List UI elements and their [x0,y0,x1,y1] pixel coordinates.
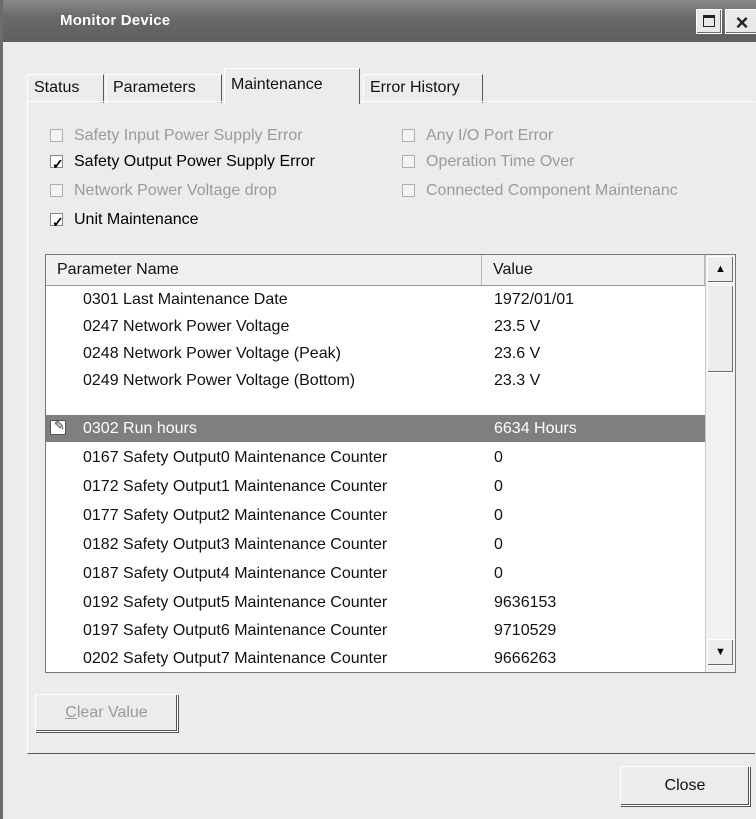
tab-parameters[interactable]: Parameters [106,74,222,103]
scroll-up-button[interactable]: ▲ [707,256,734,283]
param-name: 0248 Network Power Voltage (Peak) [83,345,341,362]
checkbox-label: Safety Output Power Supply Error [74,153,315,170]
checkbox-label: Connected Component Maintenanc [426,182,678,199]
param-value: 0 [494,449,503,466]
clear-value-hotkey: C [65,704,77,721]
clear-value-label: lear Value [76,704,148,721]
table-row[interactable]: 0177 Safety Output2 Maintenance Counter … [46,502,705,529]
param-name: 0182 Safety Output3 Maintenance Counter [83,536,388,553]
param-value: 0 [494,478,503,495]
checkbox-label: Operation Time Over [426,153,575,170]
table-row[interactable]: 0248 Network Power Voltage (Peak) 23.6 V [46,340,705,367]
param-value: 0 [494,565,503,582]
table-row[interactable]: 0249 Network Power Voltage (Bottom) 23.3… [46,367,705,394]
param-value: 9636153 [494,594,557,611]
param-name: 0167 Safety Output0 Maintenance Counter [83,449,388,466]
param-value: 6634 Hours [494,420,577,437]
table-row[interactable]: 0187 Safety Output4 Maintenance Counter … [46,560,705,587]
list-header: Parameter Name Value [46,255,705,286]
tab-status[interactable]: Status [27,74,104,103]
table-row[interactable]: 0197 Safety Output6 Maintenance Counter … [46,617,705,644]
checkbox-box[interactable] [50,129,63,142]
table-row[interactable]: 0202 Safety Output7 Maintenance Counter … [46,645,705,672]
title-bar[interactable]: Monitor Device × [3,0,756,42]
maximize-icon [703,15,715,27]
close-icon: × [735,10,749,35]
param-name: 0202 Safety Output7 Maintenance Counter [83,650,388,667]
window-title: Monitor Device [60,12,171,29]
param-name: 0177 Safety Output2 Maintenance Counter [83,507,388,524]
param-value: 23.3 V [494,372,541,389]
param-name: 0172 Safety Output1 Maintenance Counter [83,478,388,495]
scroll-down-icon: ▼ [715,646,726,658]
param-name: 0197 Safety Output6 Maintenance Counter [83,622,388,639]
table-row[interactable]: 0301 Last Maintenance Date 1972/01/01 [46,286,705,313]
table-row[interactable]: 0182 Safety Output3 Maintenance Counter … [46,531,705,558]
column-header-value[interactable]: Value [482,255,705,285]
param-name: 0247 Network Power Voltage [83,318,290,335]
checkbox-box[interactable] [402,184,415,197]
column-header-parameter-name[interactable]: Parameter Name [46,255,482,285]
table-row[interactable]: 0192 Safety Output5 Maintenance Counter … [46,589,705,616]
param-value: 23.5 V [494,318,541,335]
param-name: 0192 Safety Output5 Maintenance Counter [83,594,388,611]
maximize-button[interactable] [696,9,722,34]
scroll-down-button[interactable]: ▼ [707,639,734,666]
checkbox-box[interactable]: ✓ [50,155,64,172]
param-value: 23.6 V [494,345,541,362]
close-window-button[interactable]: × [725,9,756,35]
scroll-thumb[interactable] [707,285,734,373]
checkbox-box[interactable] [402,129,415,142]
pencil-icon[interactable]: ✎ [50,418,66,435]
checkmark-icon: ✓ [52,214,64,230]
scroll-up-icon: ▲ [715,263,726,275]
tab-error-history[interactable]: Error History [363,74,483,103]
checkmark-icon: ✓ [52,156,64,172]
clear-value-button[interactable]: Clear Value [35,694,178,732]
table-row[interactable]: 0172 Safety Output1 Maintenance Counter … [46,473,705,500]
table-row[interactable]: 0247 Network Power Voltage 23.5 V [46,313,705,340]
param-value: 9710529 [494,622,557,639]
monitor-device-window: Monitor Device × Status Parameters Maint… [0,0,756,819]
table-row[interactable]: 0167 Safety Output0 Maintenance Counter … [46,444,705,471]
param-value: 1972/01/01 [494,291,575,308]
close-button[interactable]: Close [620,766,750,806]
vertical-scrollbar[interactable]: ▲ ▼ [705,255,735,672]
table-row-selected[interactable]: ✎ 0302 Run hours 6634 Hours [46,415,705,442]
checkbox-box[interactable] [50,184,63,197]
param-name: 0301 Last Maintenance Date [83,291,288,308]
param-name: 0187 Safety Output4 Maintenance Counter [83,565,388,582]
param-value: 0 [494,507,503,524]
tab-maintenance[interactable]: Maintenance [224,68,360,104]
checkbox-label: Any I/O Port Error [426,127,554,144]
param-value: 0 [494,536,503,553]
checkbox-box[interactable]: ✓ [50,213,64,230]
checkbox-label: Unit Maintenance [74,211,199,228]
param-value: 9666263 [494,650,557,667]
param-name: 0302 Run hours [83,420,197,437]
checkbox-label: Network Power Voltage drop [74,182,277,199]
param-name: 0249 Network Power Voltage (Bottom) [83,372,356,389]
parameter-list[interactable]: Parameter Name Value 0301 Last Maintenan… [45,254,736,673]
checkbox-label: Safety Input Power Supply Error [74,127,303,144]
checkbox-box[interactable] [402,155,415,168]
